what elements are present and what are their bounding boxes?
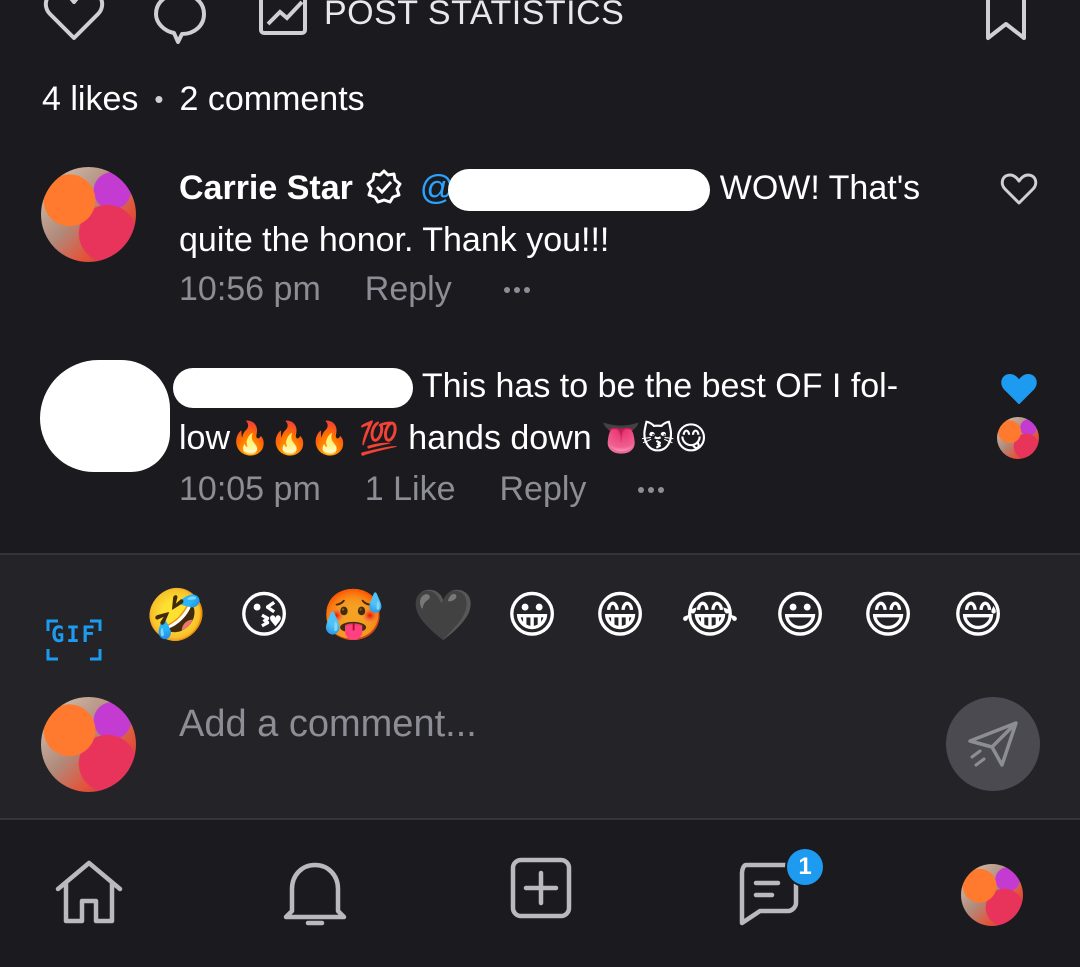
gif-button[interactable]: GIF	[46, 619, 102, 661]
comment-text-end: hands down	[398, 419, 602, 457]
heart-icon[interactable]	[42, 0, 106, 42]
divider	[0, 818, 1080, 820]
comment-time: 10:05 pm	[179, 470, 321, 508]
send-icon	[968, 721, 1018, 767]
redacted-name	[173, 368, 413, 409]
statistics-icon	[259, 0, 307, 35]
comment-item: This has to be the best OF I fol- low🔥🔥🔥…	[0, 360, 1080, 520]
liked-by-author-avatar	[997, 417, 1039, 459]
liked-heart-icon[interactable]	[1000, 372, 1038, 406]
comment-body: This has to be the best OF I fol- low🔥🔥🔥…	[173, 360, 930, 464]
emoji-quick-bar: GIF 🤣 😘 🥵 🖤 😀 😁 😂 😃 😄 😅	[0, 585, 1080, 665]
comments-count[interactable]: 2 comments	[179, 80, 364, 119]
comment-input[interactable]: Add a comment...	[179, 703, 477, 746]
comment-icon[interactable]	[150, 0, 210, 46]
post-statistics-button[interactable]: POST STATISTICS	[258, 0, 624, 38]
user-avatar[interactable]	[41, 697, 136, 792]
emoji-black-heart[interactable]: 🖤	[412, 585, 474, 645]
add-post-icon[interactable]	[510, 857, 572, 919]
avatar[interactable]	[41, 167, 136, 262]
profile-avatar[interactable]	[961, 864, 1023, 926]
emoji-smiley[interactable]: 😃	[770, 585, 830, 645]
reply-button[interactable]: Reply	[500, 470, 587, 509]
avatar-redacted[interactable]	[40, 360, 170, 472]
post-counts: 4 likes • 2 comments	[42, 80, 365, 119]
send-button[interactable]	[946, 697, 1040, 791]
comment-meta: 10:56 pm Reply	[179, 270, 530, 309]
redacted-mention	[448, 169, 711, 212]
post-statistics-label: POST STATISTICS	[324, 0, 625, 32]
more-options-icon[interactable]	[503, 286, 530, 293]
commenter-name[interactable]: Carrie Star	[179, 169, 353, 207]
emoji-beaming[interactable]: 😁	[590, 585, 650, 645]
verified-badge-icon	[366, 169, 402, 204]
comment-composer: GIF 🤣 😘 🥵 🖤 😀 😁 😂 😃 😄 😅 Add a comment...	[0, 555, 1080, 818]
bottom-navigation	[0, 822, 1080, 967]
comment-meta: 10:05 pm 1 Like Reply	[179, 470, 665, 509]
like-comment-icon[interactable]	[1000, 172, 1038, 206]
notifications-icon[interactable]	[280, 857, 350, 929]
emoji-smile[interactable]: 😄	[858, 585, 918, 645]
emoji-kiss[interactable]: 😘	[234, 585, 294, 645]
comment-time: 10:56 pm	[179, 270, 321, 308]
comment-body: Carrie Star @ WOW! That's quite the hono…	[179, 162, 930, 266]
emoji-hot-face[interactable]: 🥵	[322, 585, 384, 645]
emoji-tears-of-joy[interactable]: 😂	[680, 585, 740, 645]
post-action-bar: POST STATISTICS	[0, 0, 1080, 60]
comment-text: This has to be the best OF I fol-	[421, 367, 899, 405]
messages-badge: 1	[785, 847, 825, 887]
count-separator: •	[154, 84, 164, 114]
more-options-icon[interactable]	[638, 486, 665, 493]
fire-emoji: 🔥🔥🔥	[230, 420, 350, 456]
comment-item: Carrie Star @ WOW! That's quite the hono…	[0, 162, 1080, 322]
bookmark-icon[interactable]	[984, 0, 1028, 44]
gif-label: GIF	[51, 623, 97, 648]
emoji-grinning[interactable]: 😀	[502, 585, 562, 645]
reply-button[interactable]: Reply	[365, 270, 452, 309]
home-icon[interactable]	[52, 857, 126, 927]
like-count[interactable]: 1 Like	[365, 470, 456, 509]
likes-count[interactable]: 4 likes	[42, 80, 138, 119]
emoji-sweat-smile[interactable]: 😅	[948, 585, 1008, 645]
hundred-emoji: 💯	[359, 420, 399, 456]
end-emojis: 👅😽😋	[601, 420, 708, 456]
comment-text-continued: low	[179, 419, 231, 457]
emoji-rofl[interactable]: 🤣	[145, 585, 207, 645]
